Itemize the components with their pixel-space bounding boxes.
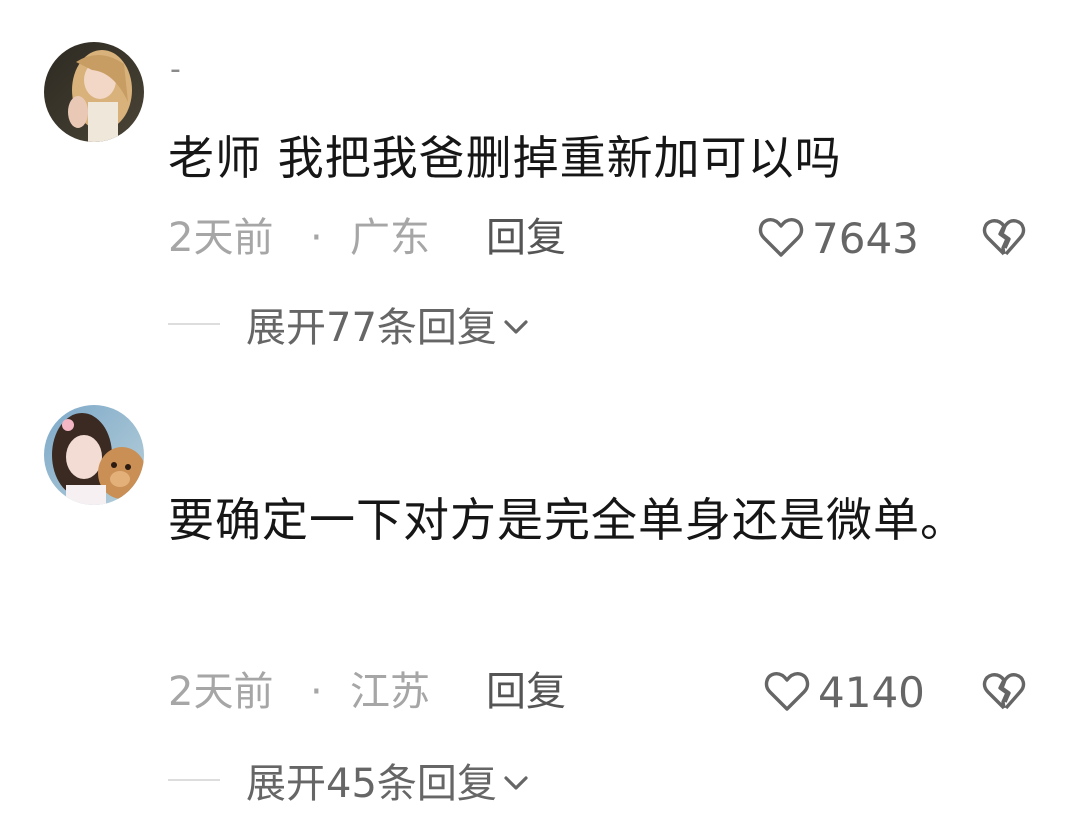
comment-meta: 2天前 · 江苏 回复 4140 [168, 662, 1040, 722]
meta-separator: · [310, 669, 323, 715]
dislike-button[interactable] [982, 672, 1026, 722]
divider-line [168, 323, 220, 325]
comment-text: 要确定一下对方是完全单身还是微单。 [168, 493, 967, 547]
heart-outline-icon [764, 671, 810, 711]
comment-location: 江苏 [350, 669, 430, 715]
comment-item: - 老师 我把我爸删掉重新加可以吗 2天前 · 广东 回复 7643 展开77条… [0, 0, 1080, 380]
broken-heart-icon [982, 673, 1026, 710]
avatar[interactable] [44, 42, 144, 142]
like-button[interactable]: 4140 [764, 662, 925, 722]
divider-line [168, 779, 220, 781]
expand-replies-button[interactable]: 展开45条回复 [168, 750, 529, 810]
expand-replies-label: 展开77条回复 [246, 305, 497, 351]
expand-replies-label: 展开45条回复 [246, 761, 497, 807]
comment-location: 广东 [350, 215, 430, 261]
comment-meta: 2天前 · 广东 回复 7643 [168, 208, 1040, 268]
username[interactable]: - [170, 52, 181, 87]
dislike-button[interactable] [982, 218, 1026, 268]
chevron-down-icon [504, 320, 528, 334]
chevron-down-icon [504, 776, 528, 790]
heart-outline-icon [758, 217, 804, 257]
avatar[interactable] [44, 405, 144, 505]
like-count: 4140 [818, 667, 925, 717]
comment-time: 2天前 [168, 215, 274, 261]
meta-separator: · [310, 215, 323, 261]
reply-button[interactable]: 回复 [486, 208, 566, 268]
comment-text: 老师 我把我爸删掉重新加可以吗 [168, 131, 842, 185]
broken-heart-icon [982, 219, 1026, 256]
expand-replies-button[interactable]: 展开77条回复 [168, 294, 529, 354]
comment-item: 要确定一下对方是完全单身还是微单。 2天前 · 江苏 回复 4140 展开45条… [0, 380, 1080, 838]
like-button[interactable]: 7643 [758, 208, 919, 268]
like-count: 7643 [812, 213, 919, 263]
reply-button[interactable]: 回复 [486, 662, 566, 722]
comment-time: 2天前 [168, 669, 274, 715]
